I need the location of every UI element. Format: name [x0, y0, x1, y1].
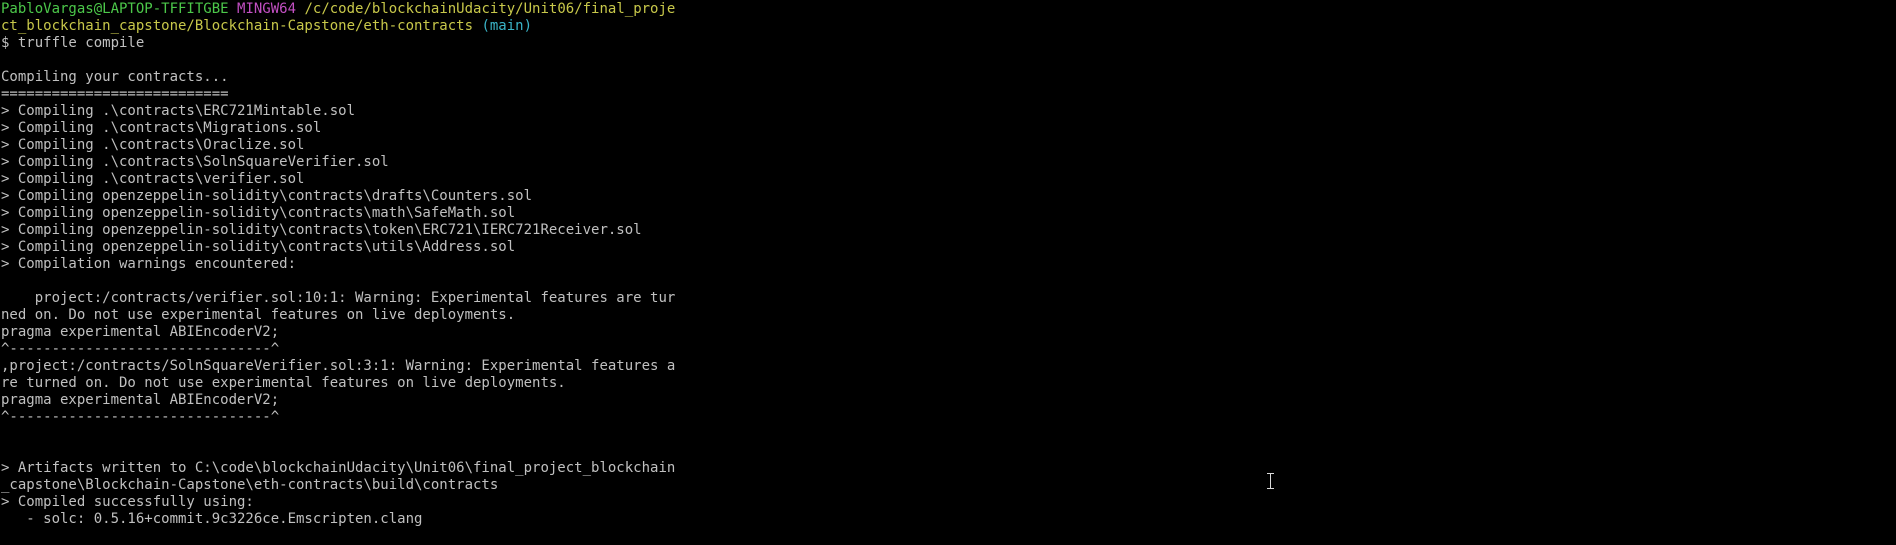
output-line: re turned on. Do not use experimental fe…	[1, 375, 566, 391]
output-line: ,project:/contracts/SolnSquareVerifier.s…	[1, 358, 676, 374]
output-line: ^-------------------------------^	[1, 409, 280, 425]
prompt-git-branch: (main)	[481, 18, 533, 34]
output-line: project:/contracts/verifier.sol:10:1: Wa…	[1, 290, 676, 306]
prompt-user-host: PabloVargas@LAPTOP-TFFITGBE	[1, 1, 229, 17]
output-line: > Compiling .\contracts\SolnSquareVerifi…	[1, 154, 389, 170]
prompt-line: PabloVargas@LAPTOP-TFFITGBE MINGW64 /c/c…	[1, 1, 1896, 18]
output-line: > Compiling .\contracts\ERC721Mintable.s…	[1, 103, 356, 119]
prompt-path-part1: /c/code/blockchainUdacity/Unit06/final_p…	[304, 1, 676, 17]
prompt-path-part2: ct_blockchain_capstone/Blockchain-Capsto…	[1, 18, 474, 34]
output-line: ned on. Do not use experimental features…	[1, 307, 516, 323]
output-line: > Compiling .\contracts\verifier.sol	[1, 171, 305, 187]
output-line: > Compiling openzeppelin-solidity\contra…	[1, 239, 516, 255]
command-output: Compiling your contracts... =============…	[1, 52, 1896, 528]
output-line: ^-------------------------------^	[1, 341, 280, 357]
output-line: > Compiling .\contracts\Migrations.sol	[1, 120, 322, 136]
prompt-line-wrap: ct_blockchain_capstone/Blockchain-Capsto…	[1, 18, 1896, 35]
output-line: > Compiled successfully using:	[1, 494, 254, 510]
output-line: > Compilation warnings encountered:	[1, 256, 297, 272]
output-line: > Compiling openzeppelin-solidity\contra…	[1, 188, 533, 204]
output-line: > Compiling .\contracts\Oraclize.sol	[1, 137, 305, 153]
output-line: > Compiling openzeppelin-solidity\contra…	[1, 205, 516, 221]
i-beam-cursor-icon	[1266, 473, 1275, 489]
command-line: $ truffle compile	[1, 35, 145, 51]
output-line: > Artifacts written to C:\code\blockchai…	[1, 460, 676, 476]
output-line: ===========================	[1, 86, 229, 102]
output-line: pragma experimental ABIEncoderV2;	[1, 324, 280, 340]
output-line: pragma experimental ABIEncoderV2;	[1, 392, 280, 408]
output-line: _capstone\Blockchain-Capstone\eth-contra…	[1, 477, 499, 493]
terminal-window[interactable]: PabloVargas@LAPTOP-TFFITGBE MINGW64 /c/c…	[0, 0, 1896, 545]
prompt-shell: MINGW64	[237, 1, 297, 17]
output-line: Compiling your contracts...	[1, 69, 229, 85]
output-line: > Compiling openzeppelin-solidity\contra…	[1, 222, 642, 238]
output-line: - solc: 0.5.16+commit.9c3226ce.Emscripte…	[1, 511, 423, 527]
